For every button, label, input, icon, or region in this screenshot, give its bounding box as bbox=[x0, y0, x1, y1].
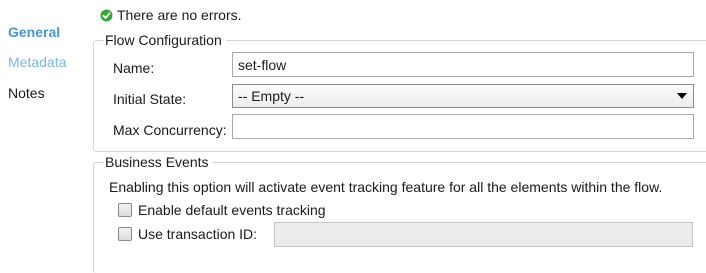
initial-state-label: Initial State: bbox=[113, 91, 187, 107]
transaction-id-checkbox[interactable] bbox=[118, 227, 132, 241]
max-concurrency-label: Max Concurrency: bbox=[113, 122, 227, 138]
name-input[interactable] bbox=[232, 52, 694, 77]
transaction-id-label[interactable]: Use transaction ID: bbox=[138, 225, 257, 243]
name-label: Name: bbox=[113, 60, 155, 76]
enable-tracking-row: Enable default events tracking bbox=[118, 201, 326, 219]
dropdown-arrow-icon bbox=[677, 93, 687, 99]
enable-tracking-checkbox[interactable] bbox=[118, 203, 132, 217]
sidebar: General Metadata Notes bbox=[0, 0, 88, 265]
status-text: There are no errors. bbox=[117, 7, 242, 23]
initial-state-value: -- Empty -- bbox=[238, 88, 305, 104]
transaction-id-row: Use transaction ID: bbox=[118, 225, 257, 243]
transaction-id-input bbox=[274, 222, 693, 247]
business-events-title: Business Events bbox=[104, 154, 213, 171]
flow-configuration-group: Flow Configuration Name: Initial State: … bbox=[93, 32, 706, 152]
max-concurrency-input[interactable] bbox=[232, 114, 694, 139]
check-circle-icon bbox=[100, 9, 113, 22]
initial-state-select[interactable]: -- Empty -- bbox=[232, 84, 694, 108]
enable-tracking-label[interactable]: Enable default events tracking bbox=[138, 201, 326, 219]
sidebar-item-metadata[interactable]: Metadata bbox=[8, 53, 66, 71]
sidebar-item-notes[interactable]: Notes bbox=[8, 84, 45, 102]
general-panel: There are no errors. Flow Configuration … bbox=[88, 0, 706, 273]
business-events-description: Enabling this option will activate event… bbox=[109, 179, 663, 195]
validation-status: There are no errors. bbox=[100, 6, 242, 24]
flow-configuration-title: Flow Configuration bbox=[104, 32, 226, 49]
sidebar-item-general[interactable]: General bbox=[8, 23, 60, 41]
